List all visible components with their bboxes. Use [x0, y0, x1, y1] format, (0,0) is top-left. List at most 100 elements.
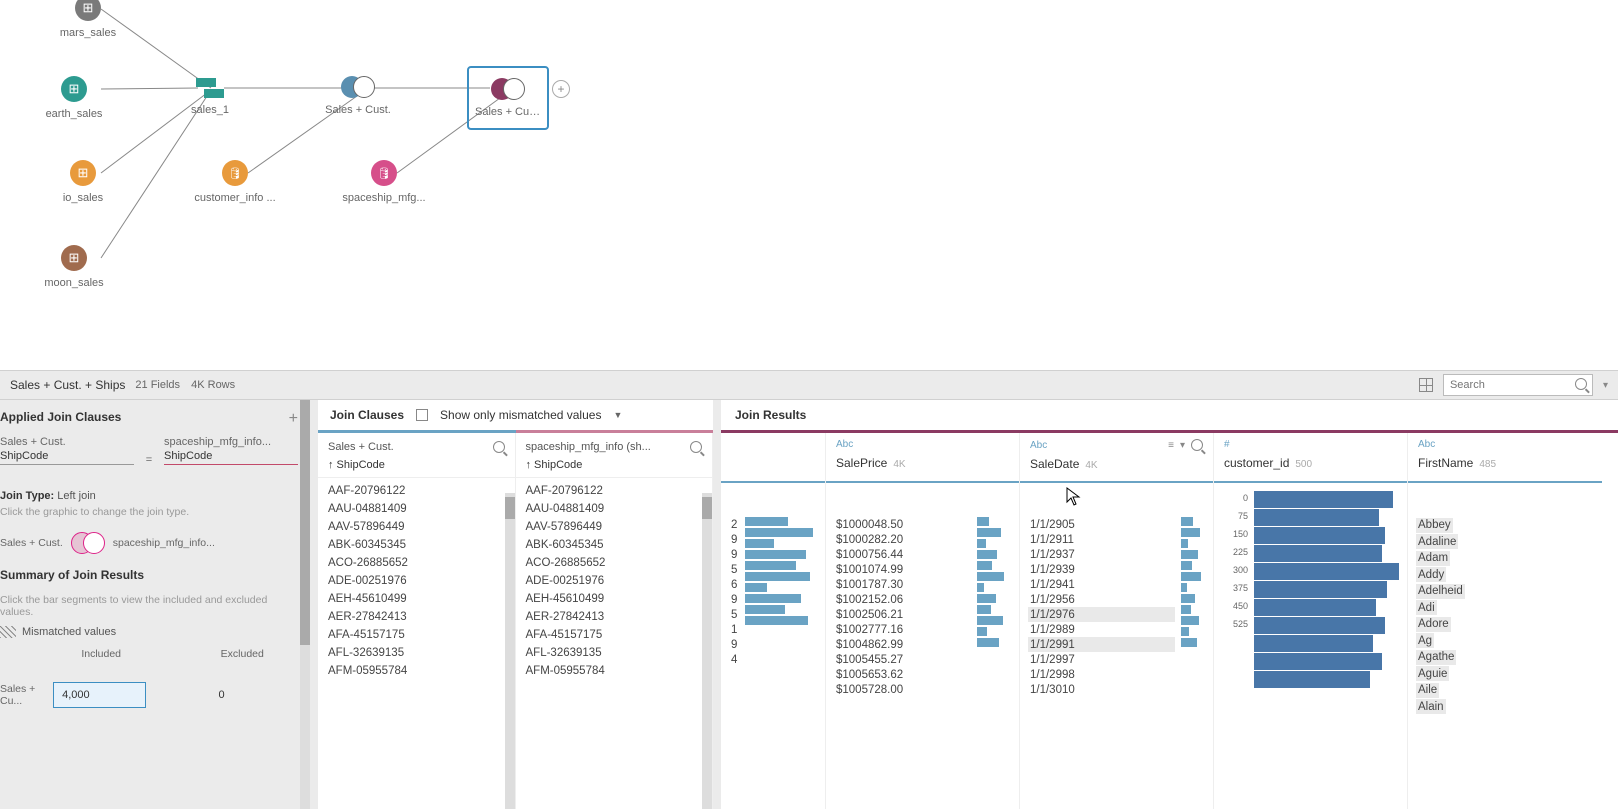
chevron-down-icon[interactable]: ▾: [1603, 380, 1608, 391]
result-col-slice: 2995695194: [721, 433, 826, 809]
mismatch-legend: Mismatched values: [0, 626, 298, 638]
node-moon-sales[interactable]: moon_sales: [24, 245, 124, 289]
node-label: moon_sales: [24, 277, 124, 289]
node-earth-sales[interactable]: earth_sales: [24, 76, 124, 120]
type-label: Abc: [1030, 440, 1047, 451]
field-count: 21 Fields: [135, 379, 180, 391]
venn-icon: [71, 532, 105, 554]
clause-field: ShipCode: [164, 448, 298, 465]
clause-value-list[interactable]: AAF-20796122AAU-04881409AAV-57896449ABK-…: [516, 478, 713, 809]
applied-clauses-title: Applied Join Clauses: [0, 410, 121, 428]
column-count: 4K: [893, 459, 905, 470]
join-type-graphic[interactable]: Sales + Cust. spaceship_mfg_info...: [0, 532, 298, 554]
node-label: mars_sales: [38, 27, 138, 39]
mismatch-checkbox[interactable]: [416, 409, 428, 421]
slice-ticks: 2995695194: [729, 489, 739, 803]
node-label: customer_info ...: [185, 192, 285, 204]
clause-col-field[interactable]: ↑ ShipCode: [526, 459, 703, 471]
included-value[interactable]: 4,000: [53, 682, 145, 708]
node-label: earth_sales: [24, 108, 124, 120]
node-io-sales[interactable]: io_sales: [33, 160, 133, 204]
pane-join-results: Join Results 2995695194 Abc SalePrice 4K …: [721, 400, 1618, 809]
chevron-down-icon[interactable]: ▼: [613, 410, 622, 420]
sort-icon[interactable]: ≡: [1168, 440, 1174, 451]
node-spaceship-mfg[interactable]: spaceship_mfg...: [334, 160, 434, 204]
node-join-sales-cust[interactable]: Sales + Cust.: [308, 76, 408, 116]
node-label: spaceship_mfg...: [334, 192, 434, 204]
table-icon: [61, 76, 87, 102]
mismatch-checkbox-label[interactable]: Show only mismatched values: [440, 408, 601, 422]
column-actions[interactable]: ≡ ▾: [1168, 439, 1203, 451]
union-icon: [196, 78, 224, 98]
node-sales-union[interactable]: sales_1: [160, 78, 260, 116]
value-list[interactable]: 1/1/29051/1/29111/1/29371/1/29391/1/2941…: [1028, 489, 1175, 803]
node-join-sales-cust-ships[interactable]: Sales + Cust. + ...: [467, 66, 549, 130]
add-clause-button[interactable]: +: [289, 410, 298, 428]
join-type-value: Left join: [57, 490, 96, 502]
mini-histogram: [1181, 489, 1205, 803]
scrollbar[interactable]: [702, 493, 712, 809]
col-excluded: Excluded: [219, 644, 298, 664]
node-label: Sales + Cust.: [308, 104, 408, 116]
result-col-saledate[interactable]: Abc ≡ ▾ SaleDate 4K 1/1/29051/1/29111/1/2…: [1020, 433, 1214, 809]
results-columns: 2995695194 Abc SalePrice 4K $1000048.50$1…: [721, 433, 1618, 809]
clause-col-right: spaceship_mfg_info (sh... ↑ ShipCode AAF…: [516, 433, 714, 809]
search-icon[interactable]: [690, 441, 702, 453]
equals-label: =: [144, 436, 154, 466]
clause-columns: Sales + Cust. ↑ ShipCode AAF-20796122AAU…: [318, 433, 713, 809]
chevron-down-icon[interactable]: ▾: [1180, 440, 1185, 451]
result-col-saleprice[interactable]: Abc SalePrice4K $1000048.50$1000282.20$1…: [826, 433, 1020, 809]
join-results-title: Join Results: [721, 400, 1618, 430]
summary-table: Included Excluded Sales + Cu... 4,000 0: [0, 644, 298, 708]
histogram[interactable]: 075150225300375450525: [1222, 489, 1399, 688]
hatch-icon: [0, 626, 16, 638]
scrollbar[interactable]: [300, 400, 310, 809]
database-icon: [222, 160, 248, 186]
dataset-title: Sales + Cust. + Ships: [10, 378, 125, 392]
result-col-customerid[interactable]: # customer_id500 075150225300375450525: [1214, 433, 1408, 809]
clause-value-list[interactable]: AAF-20796122AAU-04881409AAV-57896449ABK-…: [318, 478, 515, 809]
value-list[interactable]: AbbeyAdalineAdamAddyAdelheidAdiAdoreAgAg…: [1416, 489, 1594, 715]
clause-col-field[interactable]: ↑ ShipCode: [328, 459, 505, 471]
join-clauses-title: Join Clauses: [330, 408, 404, 422]
summary-title: Summary of Join Results: [0, 568, 298, 582]
clause-right[interactable]: spaceship_mfg_info... ShipCode: [164, 436, 298, 466]
add-step-button[interactable]: +: [552, 80, 570, 98]
excluded-value[interactable]: 0: [211, 683, 298, 707]
search-input[interactable]: [1443, 374, 1593, 396]
lower-panes: Applied Join Clauses + Sales + Cust. Shi…: [0, 400, 1618, 809]
clause-left[interactable]: Sales + Cust. ShipCode: [0, 436, 134, 466]
column-count: 4K: [1085, 460, 1097, 471]
join-type-hint: Click the graphic to change the join typ…: [0, 506, 298, 518]
search-icon[interactable]: [1191, 439, 1203, 451]
venn-icon: [341, 76, 375, 98]
histogram-bars: [1254, 491, 1399, 688]
scrollbar[interactable]: [505, 493, 515, 809]
clause-col-source: spaceship_mfg_info (sh...: [526, 441, 651, 453]
summary-row-label: Sales + Cu...: [0, 683, 53, 707]
mismatch-label: Mismatched values: [22, 626, 116, 638]
value-list[interactable]: $1000048.50$1000282.20$1000756.44$100107…: [834, 489, 971, 803]
table-icon: [75, 0, 101, 21]
summary-hint: Click the bar segments to view the inclu…: [0, 594, 298, 618]
table-icon: [61, 245, 87, 271]
grid-view-icon[interactable]: [1419, 378, 1433, 392]
node-label: sales_1: [160, 104, 260, 116]
type-label: #: [1224, 439, 1397, 450]
join-clauses-header: Join Clauses Show only mismatched values…: [318, 400, 713, 430]
node-customer-info[interactable]: customer_info ...: [185, 160, 285, 204]
join-type-label: Join Type:: [0, 490, 54, 502]
venn-left-label: Sales + Cust.: [0, 537, 63, 549]
flow-canvas[interactable]: mars_sales earth_sales io_sales moon_sal…: [0, 0, 1618, 370]
search-icon[interactable]: [493, 441, 505, 453]
clause-row: Sales + Cust. ShipCode = spaceship_mfg_i…: [0, 436, 298, 466]
node-mars-sales[interactable]: mars_sales: [38, 0, 138, 39]
clause-field: ShipCode: [0, 448, 134, 465]
row-count: 4K Rows: [191, 379, 235, 391]
node-label: Sales + Cust. + ...: [475, 106, 541, 118]
result-col-firstname[interactable]: Abc FirstName485 AbbeyAdalineAdamAddyAde…: [1408, 433, 1602, 809]
column-name: SaleDate: [1030, 457, 1079, 471]
column-name: SalePrice: [836, 456, 887, 470]
mini-histogram: [977, 489, 1011, 803]
venn-right-label: spaceship_mfg_info...: [113, 537, 215, 549]
